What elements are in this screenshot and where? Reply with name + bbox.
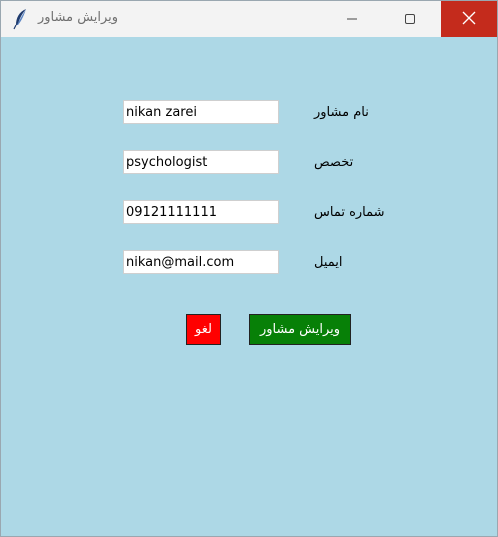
counselor-name-label: نام مشاور	[314, 105, 369, 120]
cancel-button-label: لغو	[195, 322, 212, 337]
feather-icon	[11, 8, 31, 30]
close-icon	[462, 10, 476, 29]
window-title: ویرایش مشاور	[38, 10, 119, 25]
title-bar[interactable]: ویرایش مشاور	[1, 1, 497, 37]
email-input[interactable]	[123, 250, 279, 274]
minimize-icon	[346, 10, 358, 29]
specialty-input[interactable]	[123, 150, 279, 174]
edit-counselor-button[interactable]: ویرایش مشاور	[249, 314, 351, 345]
counselor-name-input[interactable]	[123, 100, 279, 124]
maximize-icon	[404, 10, 416, 29]
phone-label: شماره تماس	[314, 205, 385, 220]
maximize-button[interactable]	[387, 1, 433, 37]
cancel-button[interactable]: لغو	[186, 314, 221, 345]
edit-counselor-window: ویرایش مشاور نام مشاور تخصص شماره تماس ا…	[0, 0, 498, 537]
phone-input[interactable]	[123, 200, 279, 224]
email-label: ایمیل	[314, 255, 343, 270]
close-button[interactable]	[441, 1, 497, 37]
specialty-label: تخصص	[314, 155, 354, 170]
minimize-button[interactable]	[329, 1, 375, 37]
edit-counselor-button-label: ویرایش مشاور	[259, 322, 341, 337]
